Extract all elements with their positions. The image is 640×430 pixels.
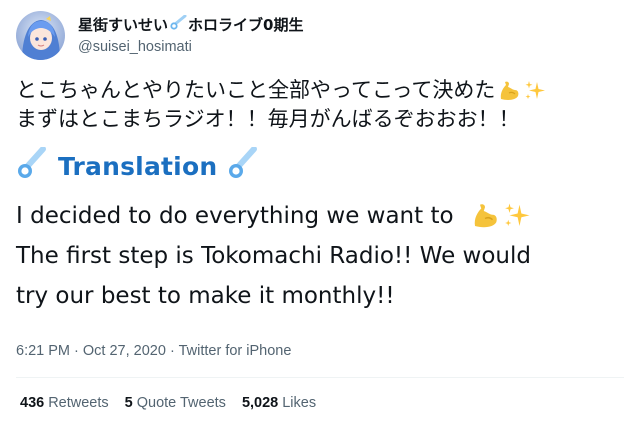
tweet-jp-line-1: とこちゃんとやりたいこと全部やってこって決めた (16, 78, 496, 102)
retweets-label: Retweets (48, 395, 109, 411)
translation-header: Translation (16, 145, 258, 186)
tweet-text-japanese: とこちゃんとやりたいこと全部やってこって決めた まずはとこまちラジオ！！毎月がん… (16, 76, 626, 134)
tweet-en-line-1: I decided to do everything we want to (16, 203, 454, 229)
comet-icon (16, 145, 46, 186)
tweet-stats: 436 Retweets 5 Quote Tweets 5,028 Likes (20, 395, 316, 411)
tweet-en-line-2: The first step is Tokomachi Radio!! We w… (16, 243, 531, 269)
comet-icon (169, 14, 187, 35)
retweets-count: 436 (20, 395, 45, 411)
user-handle[interactable]: @suisei_hosimati (78, 39, 303, 55)
tweet-en-line-3: try our best to make it monthly!! (16, 283, 395, 309)
tweet-meta: 6:21 PM · Oct 27, 2020 · Twitter for iPh… (16, 343, 291, 359)
avatar[interactable] (16, 11, 65, 60)
tweet-jp-line-2: まずはとこまちラジオ！！毎月がんばるぞおおお！！ (16, 107, 520, 131)
display-name-suffix: ホロライブ0期生 (188, 16, 304, 34)
quote-tweets-count: 5 (124, 395, 133, 411)
flexed-biceps-icon (497, 79, 521, 103)
tweet-source[interactable]: Twitter for iPhone (179, 343, 292, 359)
quote-tweets-stat[interactable]: 5 Quote Tweets (125, 395, 226, 411)
flexed-biceps-icon (470, 201, 500, 231)
likes-count: 5,028 (241, 395, 279, 411)
author-block: 星街すいせい ホロライブ0期生 @suisei_hosimati (78, 14, 303, 55)
display-name-text: 星街すいせい (78, 16, 169, 34)
divider (16, 377, 624, 378)
quote-tweets-label: Quote Tweets (136, 395, 226, 411)
likes-label: Likes (282, 395, 317, 411)
retweets-stat[interactable]: 436 Retweets (20, 395, 109, 411)
meta-separator: · (169, 343, 175, 359)
sparkles-icon (523, 79, 547, 103)
sparkles-icon (502, 201, 532, 231)
likes-stat[interactable]: 5,028 Likes (242, 395, 316, 411)
tweet-text-english: I decided to do everything we want to Th… (16, 196, 626, 316)
tweet-time[interactable]: 6:21 PM (16, 343, 70, 359)
tweet-date[interactable]: Oct 27, 2020 (83, 343, 166, 359)
display-name[interactable]: 星街すいせい ホロライブ0期生 (78, 14, 303, 35)
translation-label: Translation (58, 151, 218, 181)
meta-separator: · (74, 343, 79, 359)
comet-icon (227, 145, 258, 186)
